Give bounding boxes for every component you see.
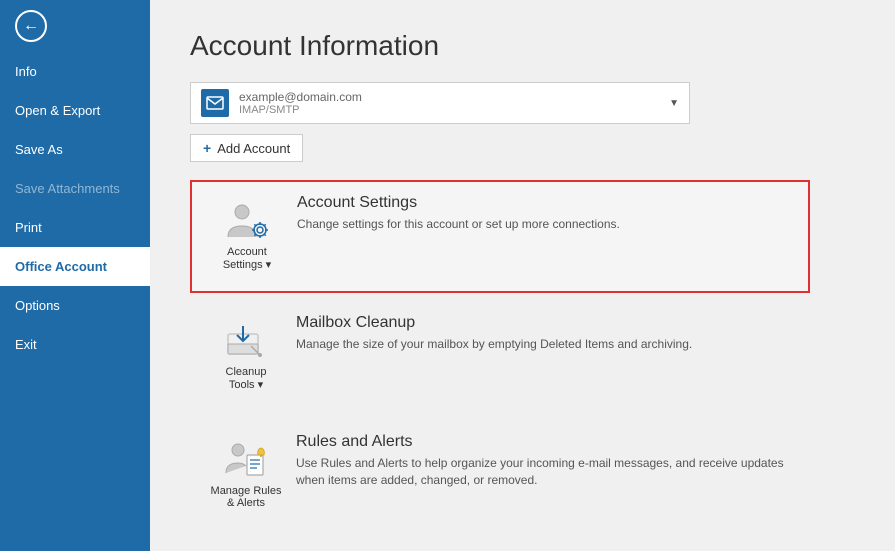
account-settings-content: Account Settings Change settings for thi… (287, 194, 793, 233)
account-settings-title: Account Settings (297, 194, 793, 212)
account-settings-icon (224, 202, 270, 242)
cleanup-icon (223, 322, 269, 362)
add-icon: + (203, 140, 211, 156)
rules-alerts-content: Rules and Alerts Use Rules and Alerts to… (286, 433, 794, 489)
mailbox-cleanup-card[interactable]: CleanupTools ▾ Mailbox Cleanup Manage th… (190, 301, 810, 412)
add-account-button[interactable]: + Add Account (190, 134, 303, 162)
sidebar-item-print[interactable]: Print (0, 208, 150, 247)
rules-icon-area: Manage Rules& Alerts (206, 433, 286, 517)
cleanup-icon-box (222, 322, 270, 362)
rules-icon-box (222, 441, 270, 481)
mailbox-cleanup-content: Mailbox Cleanup Manage the size of your … (286, 314, 794, 353)
page-title: Account Information (190, 30, 855, 62)
account-selector[interactable]: example@domain.com IMAP/SMTP ▼ (190, 82, 690, 124)
cleanup-icon-label: CleanupTools ▾ (226, 366, 267, 391)
main-content: Account Information example@domain.com I… (150, 0, 895, 551)
mailbox-cleanup-title: Mailbox Cleanup (296, 314, 794, 332)
sidebar-item-options[interactable]: Options (0, 286, 150, 325)
sidebar: ← Info Open & Export Save As Save Attach… (0, 0, 150, 551)
account-settings-icon-area: AccountSettings ▾ (207, 194, 287, 279)
account-text: example@domain.com IMAP/SMTP (239, 90, 661, 116)
sidebar-item-save-attachments: Save Attachments (0, 169, 150, 208)
account-type-icon (201, 89, 229, 117)
account-email: example@domain.com (239, 90, 661, 104)
email-icon (206, 94, 224, 112)
sidebar-item-office-account[interactable]: Office Account (0, 247, 150, 286)
sidebar-item-open-export[interactable]: Open & Export (0, 91, 150, 130)
account-settings-icon-label: AccountSettings ▾ (223, 246, 271, 271)
sidebar-item-save-as[interactable]: Save As (0, 130, 150, 169)
rules-icon (223, 441, 269, 481)
sidebar-item-info[interactable]: Info (0, 52, 150, 91)
dropdown-arrow-icon: ▼ (669, 98, 679, 109)
account-settings-card[interactable]: AccountSettings ▾ Account Settings Chang… (190, 180, 810, 293)
add-account-label: Add Account (217, 141, 290, 156)
rules-alerts-title: Rules and Alerts (296, 433, 794, 451)
sidebar-item-exit[interactable]: Exit (0, 325, 150, 364)
account-type: IMAP/SMTP (239, 104, 661, 116)
rules-icon-label: Manage Rules& Alerts (211, 485, 282, 509)
back-icon: ← (15, 10, 47, 42)
rules-alerts-desc: Use Rules and Alerts to help organize yo… (296, 455, 794, 489)
cleanup-icon-area: CleanupTools ▾ (206, 314, 286, 399)
account-settings-desc: Change settings for this account or set … (297, 216, 793, 233)
account-settings-icon-box (223, 202, 271, 242)
back-button[interactable]: ← (0, 0, 150, 52)
mailbox-cleanup-desc: Manage the size of your mailbox by empty… (296, 336, 794, 353)
rules-alerts-card[interactable]: Manage Rules& Alerts Rules and Alerts Us… (190, 420, 810, 530)
